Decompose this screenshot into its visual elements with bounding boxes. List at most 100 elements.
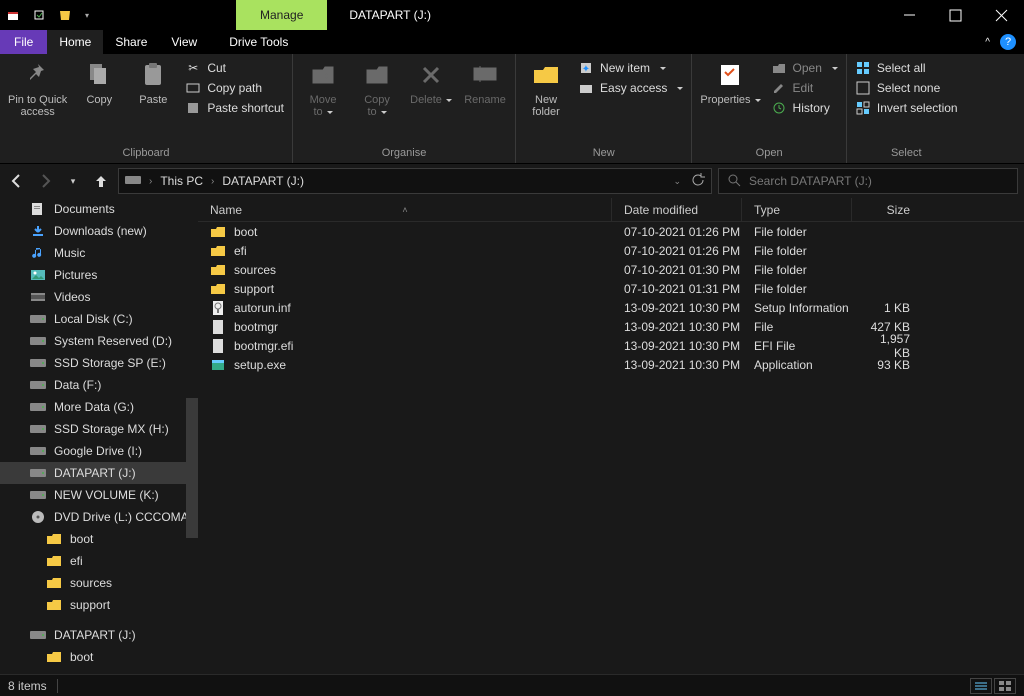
tree-item[interactable]: More Data (G:) [0,396,198,418]
tree-item[interactable]: efi [0,668,198,674]
breadcrumb-this-pc[interactable]: This PC [160,174,203,188]
forward-button[interactable] [34,170,56,192]
easy-access-button[interactable]: Easy access [578,80,683,96]
qat-item-3[interactable] [52,0,78,30]
properties-button[interactable]: Properties [700,60,760,106]
minimize-button[interactable] [886,0,932,30]
tree-item[interactable]: Downloads (new) [0,220,198,242]
breadcrumb-location[interactable]: DATAPART (J:) [222,174,304,188]
manage-tab[interactable]: Manage [236,0,327,30]
copy-button[interactable]: Copy [77,60,121,106]
tree-item[interactable]: boot [0,528,198,550]
tree-item[interactable]: NEW VOLUME (K:) [0,484,198,506]
file-row[interactable]: support07-10-2021 01:31 PMFile folder [198,279,1024,298]
recent-locations-button[interactable]: ▾ [62,170,84,192]
file-row[interactable]: sources07-10-2021 01:30 PMFile folder [198,260,1024,279]
paste-shortcut-button[interactable]: Paste shortcut [185,100,284,116]
rename-button[interactable]: Rename [463,60,507,106]
tree-item[interactable]: DATAPART (J:) [0,624,198,646]
view-tab[interactable]: View [159,30,209,54]
tree-item[interactable]: sources [0,572,198,594]
col-date[interactable]: Date modified [612,198,742,221]
select-all-button[interactable]: Select all [855,60,958,76]
tree-item[interactable]: boot [0,646,198,668]
col-size[interactable]: Size [852,198,922,221]
history-button[interactable]: History [771,100,838,116]
edit-button[interactable]: Edit [771,80,838,96]
address-dropdown-icon[interactable]: ⌄ [673,176,681,187]
folder-icon [46,649,62,665]
qat-item-2[interactable] [26,0,52,30]
tree-scrollbar[interactable] [186,398,198,538]
tree-item[interactable]: support [0,594,198,616]
tree-item[interactable]: Music [0,242,198,264]
home-tab[interactable]: Home [47,30,103,54]
refresh-button[interactable] [691,173,705,190]
details-view-button[interactable] [970,678,992,694]
cut-button[interactable]: ✂Cut [185,60,284,76]
file-menu[interactable]: File [0,30,47,54]
address-bar[interactable]: › This PC › DATAPART (J:) ⌄ [118,168,712,194]
help-button[interactable]: ? [1000,34,1016,50]
col-name[interactable]: Name˄ [198,198,612,221]
file-row[interactable]: setup.exe13-09-2021 10:30 PMApplication9… [198,355,1024,374]
folder-icon [210,262,226,278]
manage-label: Manage [260,8,303,22]
file-icon [210,338,226,354]
tree-item[interactable]: Pictures [0,264,198,286]
up-button[interactable] [90,170,112,192]
file-row[interactable]: boot07-10-2021 01:26 PMFile folder [198,222,1024,241]
open-button[interactable]: Open [771,60,838,76]
copy-path-button[interactable]: Copy path [185,80,284,96]
file-name: bootmgr [234,320,278,334]
qat-dropdown-icon[interactable]: ▾ [78,0,96,30]
chevron-right-icon[interactable]: › [207,176,218,187]
paste-button[interactable]: Paste [131,60,175,106]
drive-tools-tab[interactable]: Drive Tools [217,30,300,54]
nav-tree[interactable]: DocumentsDownloads (new)MusicPicturesVid… [0,198,198,674]
delete-button[interactable]: Delete [409,60,453,106]
tree-item[interactable]: Videos [0,286,198,308]
select-none-button[interactable]: Select none [855,80,958,96]
new-group-label: New [516,145,691,163]
move-to-button[interactable]: Moveto [301,60,345,118]
drive-icon [30,377,46,393]
tree-item[interactable]: Documents [0,198,198,220]
qat-item-1[interactable] [0,0,26,30]
tree-item[interactable]: DATAPART (J:) [0,462,198,484]
search-box[interactable]: Search DATAPART (J:) [718,168,1018,194]
new-item-button[interactable]: ✦New item [578,60,683,76]
maximize-button[interactable] [932,0,978,30]
tree-item-label: boot [70,532,93,546]
tree-item[interactable]: DVD Drive (L:) CCCOMA_X [0,506,198,528]
file-row[interactable]: bootmgr.efi13-09-2021 10:30 PMEFI File1,… [198,336,1024,355]
tree-item[interactable]: Data (F:) [0,374,198,396]
new-folder-button[interactable]: Newfolder [524,60,568,118]
tree-item[interactable]: SSD Storage SP (E:) [0,352,198,374]
chevron-right-icon[interactable]: › [145,176,156,187]
invert-selection-button[interactable]: Invert selection [855,100,958,116]
file-date: 07-10-2021 01:31 PM [612,282,742,296]
file-type: File folder [742,244,852,258]
file-date: 07-10-2021 01:26 PM [612,244,742,258]
copy-to-button[interactable]: Copyto [355,60,399,118]
file-type: File folder [742,282,852,296]
folder-icon [46,597,62,613]
select-none-label: Select none [877,81,940,95]
file-row[interactable]: autorun.inf13-09-2021 10:30 PMSetup Info… [198,298,1024,317]
group-new: Newfolder ✦New item Easy access New [516,54,692,163]
file-name: sources [234,263,276,277]
file-row[interactable]: efi07-10-2021 01:26 PMFile folder [198,241,1024,260]
tree-item[interactable]: System Reserved (D:) [0,330,198,352]
close-button[interactable] [978,0,1024,30]
pin-to-quick-access-button[interactable]: Pin to Quickaccess [8,60,67,118]
share-tab[interactable]: Share [103,30,159,54]
tree-item[interactable]: SSD Storage MX (H:) [0,418,198,440]
collapse-ribbon-icon[interactable]: ^ [975,30,1000,54]
back-button[interactable] [6,170,28,192]
col-type[interactable]: Type [742,198,852,221]
tree-item[interactable]: Google Drive (I:) [0,440,198,462]
tree-item[interactable]: Local Disk (C:) [0,308,198,330]
thumbnails-view-button[interactable] [994,678,1016,694]
tree-item[interactable]: efi [0,550,198,572]
